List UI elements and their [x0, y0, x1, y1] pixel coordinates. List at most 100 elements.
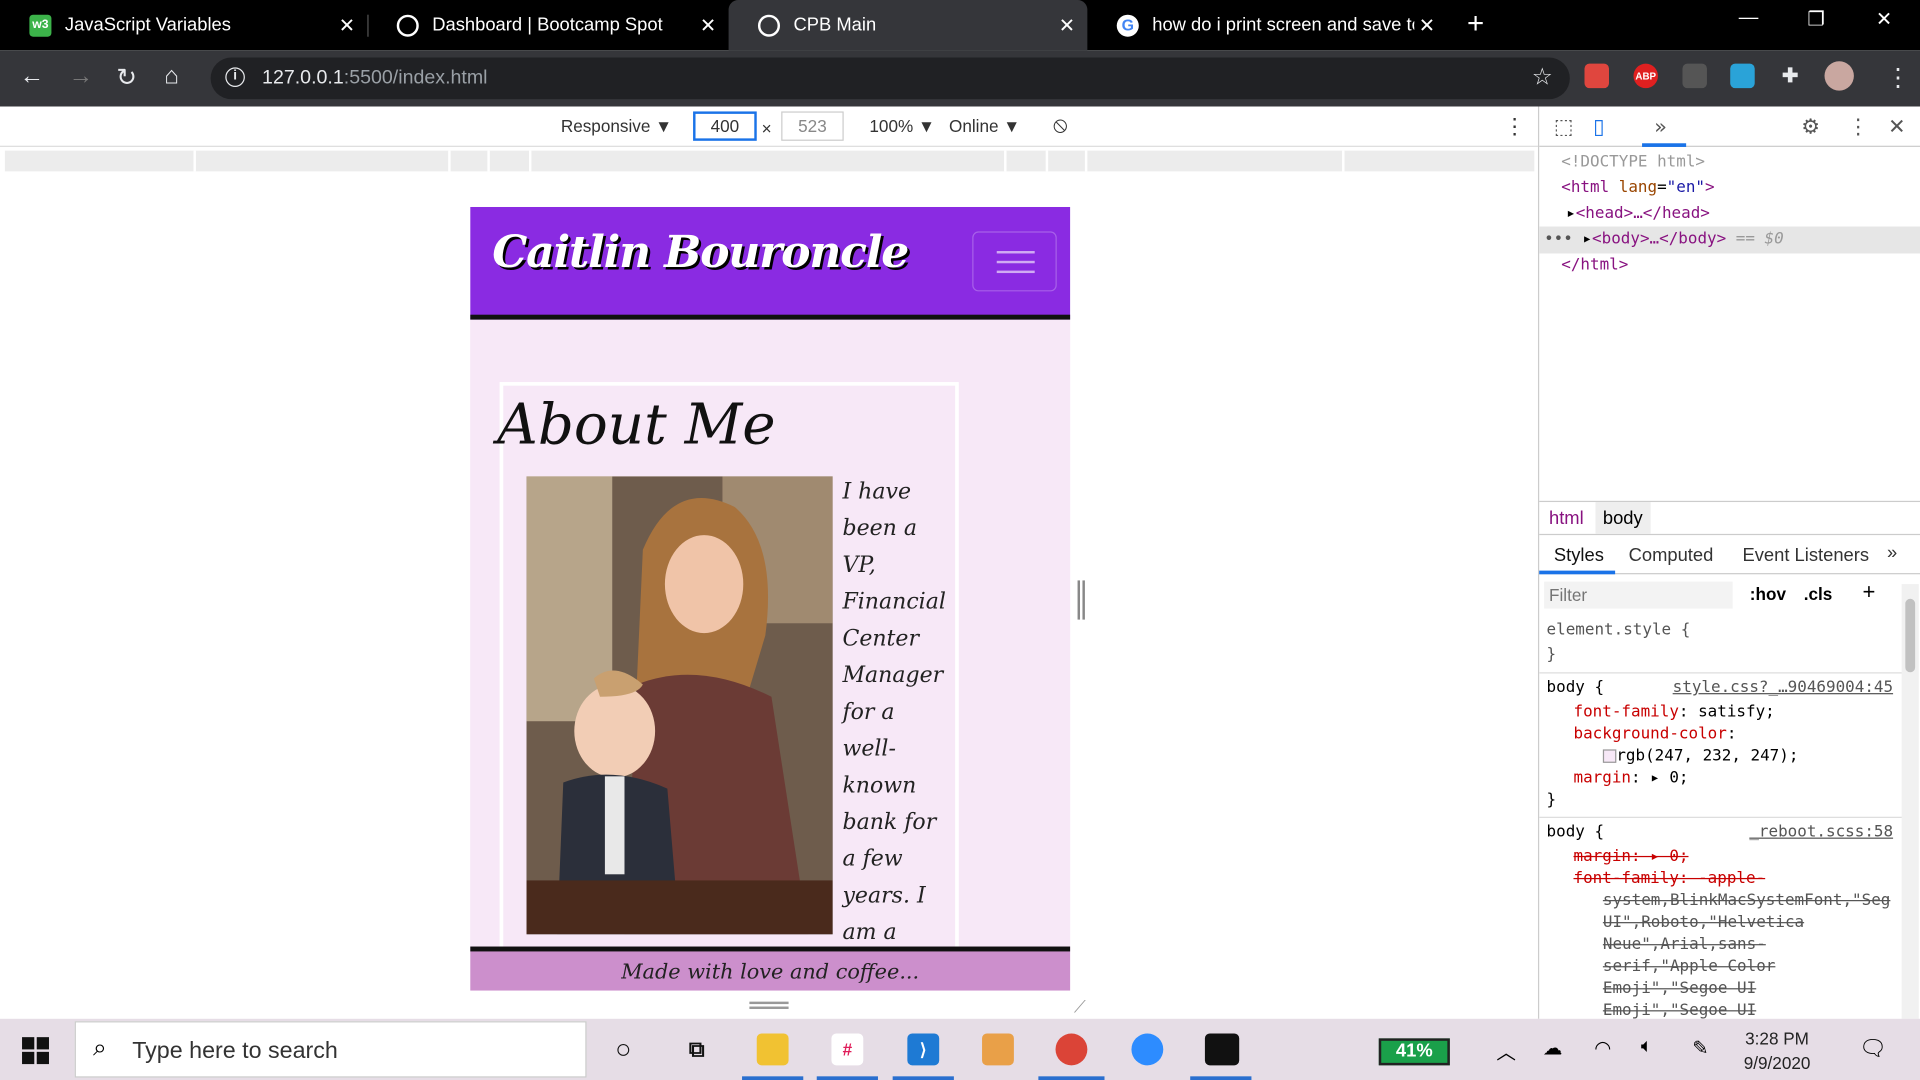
chrome-icon[interactable]: [1055, 1033, 1088, 1066]
resize-handle-right[interactable]: [1077, 580, 1085, 620]
tab-computed[interactable]: Computed: [1629, 545, 1714, 566]
close-devtools-icon[interactable]: ✕: [1888, 115, 1905, 139]
viewport-height-input[interactable]: [781, 111, 844, 141]
tab-title: JavaScript Variables: [64, 14, 231, 36]
windows-start-icon[interactable]: [22, 1037, 49, 1065]
style-css-link[interactable]: style.css?_…90469004:45: [1673, 678, 1893, 696]
info-icon[interactable]: i: [225, 67, 245, 87]
minimize-icon[interactable]: —: [1739, 7, 1759, 29]
more-tabs-icon[interactable]: »: [1654, 115, 1667, 139]
cortana-icon[interactable]: ○: [607, 1033, 639, 1065]
site-brand[interactable]: Caitlin Bouroncle: [492, 227, 909, 278]
tab-cpb-main[interactable]: CPB Main ✕: [728, 0, 1088, 51]
new-tab-button[interactable]: +: [1467, 7, 1484, 41]
adblock-plus-icon[interactable]: ABP: [1633, 63, 1658, 89]
slack-icon[interactable]: #: [831, 1033, 864, 1066]
vscode-icon[interactable]: ⟩: [907, 1033, 940, 1066]
close-tab-icon[interactable]: ✕: [700, 13, 716, 37]
pen-icon[interactable]: ✎: [1692, 1036, 1708, 1060]
back-icon[interactable]: ←: [20, 62, 44, 90]
add-rule-icon[interactable]: +: [1862, 579, 1875, 605]
home-icon[interactable]: ⌂: [164, 62, 179, 90]
dom-doctype[interactable]: <!DOCTYPE html>: [1561, 153, 1705, 171]
profile-avatar[interactable]: [1824, 61, 1854, 91]
tab-google-search[interactable]: G how do i print screen and save to ✕: [1087, 0, 1447, 50]
background-color-decl[interactable]: background-color:: [1573, 725, 1736, 743]
dom-body[interactable]: ••• ▸<body>…</body> == $0: [1544, 230, 1784, 248]
search-placeholder: Type here to search: [132, 1038, 338, 1065]
address-bar[interactable]: i 127.0.0.1:5500/index.html ☆: [210, 57, 1570, 100]
device-toggle-icon[interactable]: ▯: [1593, 115, 1604, 139]
devtools-panel: ⬚ ▯ » ⚙ ⋮ ✕ <!DOCTYPE html> <html lang="…: [1537, 106, 1920, 1020]
windows-taskbar: ⌕ Type here to search ○ ⧉ # ⟩ 41% ︿ ☁ ◠ …: [0, 1018, 1920, 1080]
reboot-font-family-decl[interactable]: font-family: -apple-: [1573, 869, 1765, 887]
navbar-toggler-button[interactable]: [972, 231, 1057, 292]
dom-head[interactable]: ▸<head>…</head>: [1566, 204, 1710, 222]
reboot-scss-link[interactable]: _reboot.scss:58: [1749, 823, 1893, 841]
terminal-icon[interactable]: [1204, 1033, 1240, 1066]
close-tab-icon[interactable]: ✕: [1059, 13, 1075, 37]
wifi-icon[interactable]: ◠: [1594, 1036, 1611, 1060]
reboot-font-value: UI",Roboto,"Helvetica: [1602, 913, 1805, 932]
dom-html-close[interactable]: </html>: [1561, 256, 1628, 274]
styles-filter-input[interactable]: [1544, 581, 1733, 609]
restore-icon[interactable]: ❐: [1807, 7, 1825, 31]
tab-dashboard[interactable]: Dashboard | Bootcamp Spot ✕: [367, 0, 728, 50]
bookmark-star-icon[interactable]: ☆: [1532, 64, 1553, 92]
extensions-puzzle-icon[interactable]: ✚: [1778, 64, 1802, 88]
resize-corner-icon[interactable]: ⟋: [1074, 997, 1086, 1018]
tab-title: CPB Main: [793, 14, 877, 36]
system-clock[interactable]: 3:28 PM 9/9/2020: [1744, 1026, 1811, 1075]
network-throttle-select[interactable]: Online ▼: [949, 116, 1020, 136]
taskbar-search[interactable]: ⌕ Type here to search: [74, 1021, 587, 1078]
dom-html-open[interactable]: <html lang="en">: [1561, 179, 1714, 197]
background-color-value[interactable]: rgb(247, 232, 247);: [1602, 747, 1798, 765]
reboot-margin-decl[interactable]: margin: ▸ 0;: [1573, 847, 1688, 865]
more-panels-icon[interactable]: »: [1887, 542, 1897, 563]
resize-handle-bottom[interactable]: [749, 1001, 789, 1009]
settings-gear-icon[interactable]: ⚙: [1801, 115, 1820, 139]
forward-icon[interactable]: →: [69, 62, 93, 90]
font-family-decl[interactable]: font-family: satisfy;: [1573, 703, 1774, 721]
element-style-rule[interactable]: element.style {: [1547, 621, 1691, 639]
volume-icon[interactable]: 🔈︎: [1641, 1036, 1653, 1058]
file-explorer-icon[interactable]: [756, 1033, 789, 1066]
close-tab-icon[interactable]: ✕: [1419, 13, 1435, 37]
media-query-ruler[interactable]: [4, 150, 1535, 172]
screen: w3 JavaScript Variables ✕ Dashboard | Bo…: [0, 0, 1920, 1080]
tab-event-listeners[interactable]: Event Listeners: [1742, 545, 1869, 566]
cloud-extension-icon[interactable]: [1730, 63, 1755, 89]
reload-icon[interactable]: ↻: [116, 62, 137, 93]
hov-toggle[interactable]: :hov: [1750, 584, 1786, 604]
rotate-icon[interactable]: ⦸: [1053, 113, 1067, 139]
inspect-element-icon[interactable]: ⬚: [1554, 115, 1574, 139]
margin-decl[interactable]: margin: ▸ 0;: [1573, 769, 1688, 787]
screencast-extension-icon[interactable]: [1584, 63, 1609, 89]
crumb-html[interactable]: html: [1549, 508, 1584, 529]
battery-indicator[interactable]: 41%: [1378, 1038, 1450, 1066]
close-tab-icon[interactable]: ✕: [339, 13, 355, 37]
crumb-body[interactable]: body: [1595, 502, 1651, 534]
tab-styles[interactable]: Styles: [1554, 545, 1604, 566]
viewport-width-input[interactable]: [693, 111, 757, 141]
zoom-icon[interactable]: [1131, 1033, 1164, 1066]
cls-toggle[interactable]: .cls: [1804, 584, 1833, 604]
body-rule-selector[interactable]: body {: [1547, 678, 1605, 696]
tab-javascript-variables[interactable]: w3 JavaScript Variables ✕: [0, 0, 367, 50]
devtools-menu-icon[interactable]: ⋮: [1848, 115, 1869, 139]
close-window-icon[interactable]: ✕: [1876, 7, 1892, 31]
reboot-rule-selector[interactable]: body {: [1547, 823, 1605, 841]
styles-scrollbar[interactable]: [1901, 584, 1919, 1019]
device-mode-select[interactable]: Responsive ▼: [561, 116, 672, 136]
show-hidden-icons[interactable]: ︿: [1496, 1036, 1516, 1065]
notifications-icon[interactable]: 🗨︎: [1859, 1036, 1887, 1062]
menu-icon[interactable]: ⋮: [1886, 62, 1910, 93]
url-text[interactable]: 127.0.0.1:5500/index.html: [262, 67, 487, 89]
color-swatch[interactable]: [1602, 749, 1617, 763]
bulb-extension-icon[interactable]: [1682, 63, 1707, 89]
task-view-icon[interactable]: ⧉: [681, 1033, 713, 1065]
more-options-icon[interactable]: ⋮: [1504, 114, 1526, 140]
gitkraken-icon[interactable]: [982, 1033, 1014, 1066]
onedrive-icon[interactable]: ☁: [1543, 1036, 1563, 1060]
zoom-select[interactable]: 100% ▼: [869, 116, 935, 136]
